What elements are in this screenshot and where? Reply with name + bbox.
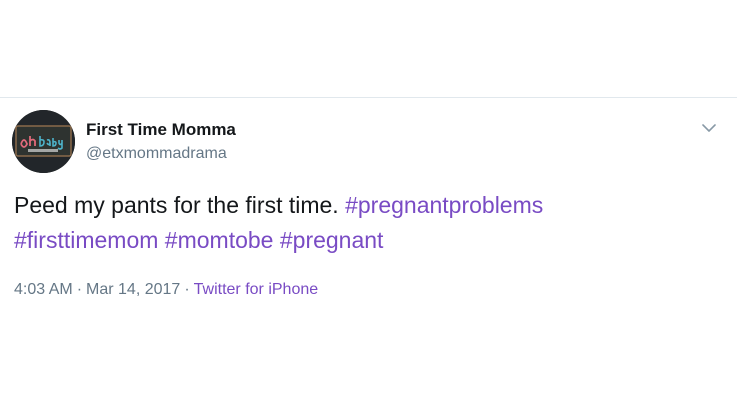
- hashtag-link[interactable]: #firsttimemom: [14, 227, 158, 253]
- hashtag-link[interactable]: #pregnant: [280, 227, 384, 253]
- meta-separator: ·: [184, 281, 190, 298]
- tweet-time[interactable]: 4:03 AM: [14, 281, 73, 298]
- author-handle[interactable]: @etxmommadrama: [86, 144, 227, 164]
- tweet-source-link[interactable]: Twitter for iPhone: [194, 281, 319, 298]
- tweet-date[interactable]: Mar 14, 2017: [86, 281, 180, 298]
- tweet-body-text: Peed my pants for the first time.: [14, 192, 339, 218]
- author-display-name[interactable]: First Time Momma: [86, 120, 236, 140]
- tweet-text: Peed my pants for the first time. #pregn…: [14, 188, 714, 258]
- tweet-metadata: 4:03 AM · Mar 14, 2017 · Twitter for iPhone: [14, 279, 318, 301]
- top-divider: [0, 97, 737, 98]
- meta-separator: ·: [76, 281, 83, 298]
- avatar-image: [12, 110, 75, 173]
- avatar[interactable]: [12, 110, 75, 173]
- hashtag-link[interactable]: #pregnantproblems: [345, 192, 543, 218]
- chevron-down-icon[interactable]: [699, 118, 719, 138]
- hashtag-link[interactable]: #momtobe: [165, 227, 274, 253]
